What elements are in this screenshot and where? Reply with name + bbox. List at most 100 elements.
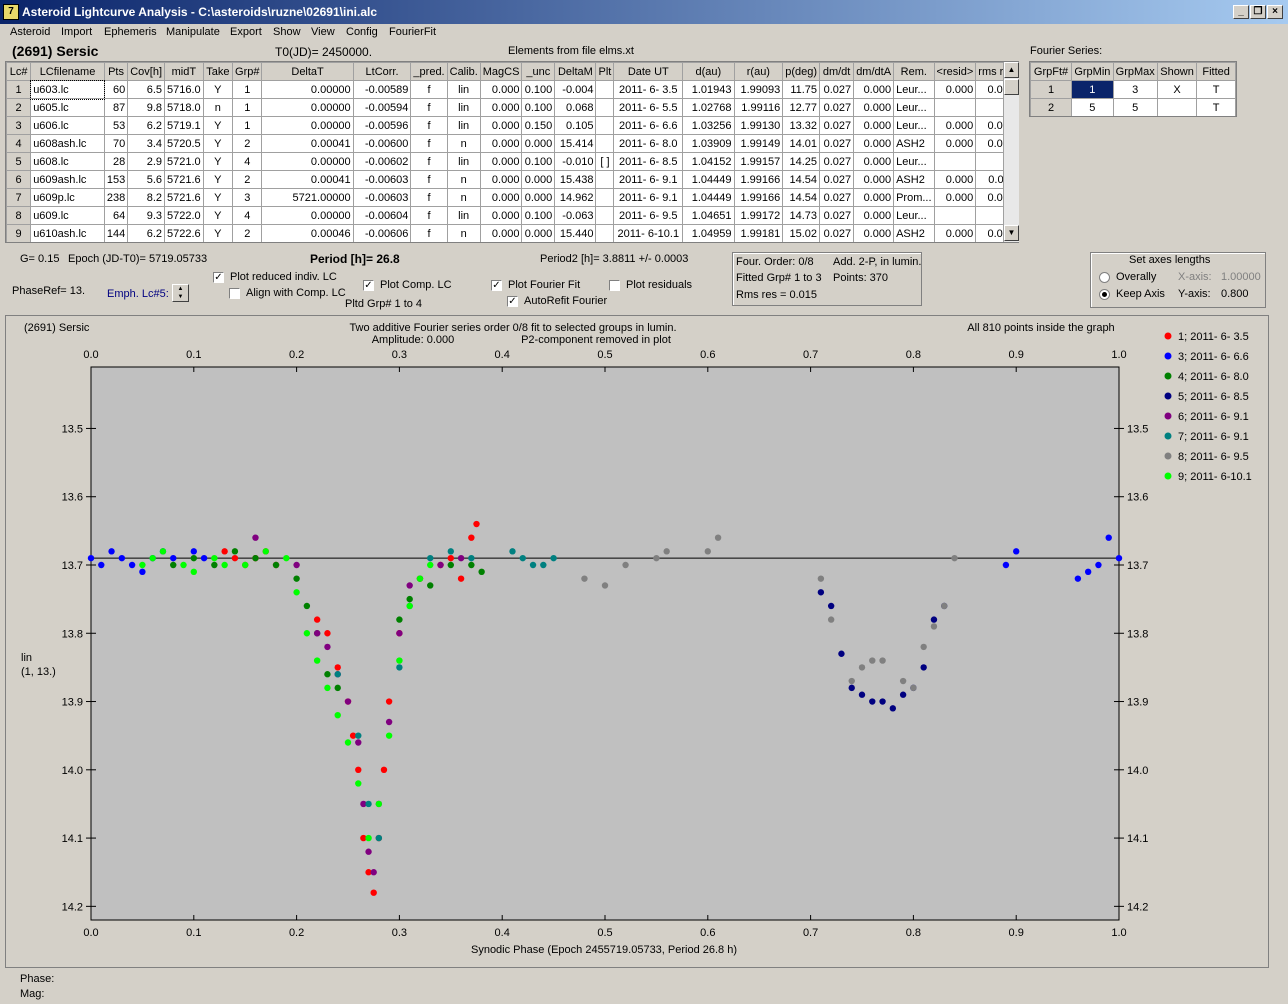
table-cell[interactable]: 5721.0 [164, 152, 204, 171]
table-cell[interactable]: n [446, 224, 481, 242]
table-cell[interactable]: 0.000 [479, 80, 523, 99]
y-axis-value[interactable]: 0.800 [1221, 288, 1249, 300]
table-cell[interactable]: Y [202, 134, 234, 153]
table-cell[interactable]: 2011- 6- 6.6 [613, 116, 684, 135]
table-cell[interactable]: 0.100 [521, 98, 556, 117]
table-cell[interactable]: -0.00600 [352, 134, 412, 153]
table-cell[interactable]: 0.027 [819, 98, 855, 117]
table-cell[interactable]: 5722.6 [164, 224, 204, 242]
table-cell[interactable]: 60 [103, 80, 129, 99]
table-cell[interactable]: 0.000 [479, 170, 523, 189]
table-cell[interactable]: u610ash.lc [30, 224, 105, 242]
table-cell[interactable]: 1.99093 [733, 80, 784, 99]
table-cell[interactable]: 0.027 [819, 188, 855, 207]
table-cell[interactable]: 0.000 [853, 188, 895, 207]
close-button[interactable]: × [1267, 5, 1283, 19]
fourier-cell[interactable] [1156, 98, 1198, 116]
table-cell[interactable]: 0.00041 [261, 170, 354, 189]
table-cell[interactable]: 0.000 [853, 206, 895, 225]
fourier-cell[interactable]: 5 [1071, 98, 1114, 116]
table-cell[interactable]: 0.000 [521, 134, 556, 153]
autorefit-checkbox[interactable]: ✓ [507, 296, 518, 307]
table-cell[interactable]: 1 [232, 98, 263, 117]
table-row[interactable]: 2 u605.lc 87 9.8 5718.0 n 1 0.00000 -0.00594 f lin… [6, 98, 1018, 117]
menu-ephemeris[interactable]: Ephemeris [104, 26, 157, 38]
column-header[interactable]: _pred. [410, 62, 448, 81]
table-cell[interactable]: 53 [103, 116, 129, 135]
lightcurve-chart[interactable]: (2691) Sersic Two additive Fourier serie… [6, 316, 1268, 967]
table-cell[interactable]: 0.027 [819, 80, 855, 99]
table-cell[interactable]: 14.962 [554, 188, 597, 207]
table-cell[interactable] [595, 116, 615, 135]
row-number[interactable]: 6 [6, 170, 32, 189]
table-cell[interactable]: 9.3 [127, 206, 165, 225]
table-cell[interactable]: -0.00606 [352, 224, 412, 242]
table-cell[interactable]: 14.73 [782, 206, 821, 225]
table-row[interactable]: 6 u609ash.lc 153 5.6 5721.6 Y 2 0.00041 -0.00603… [6, 170, 1018, 189]
table-cell[interactable]: -0.00603 [352, 188, 412, 207]
column-header[interactable]: dm/dtA [853, 62, 895, 81]
table-cell[interactable]: 0.027 [819, 224, 855, 242]
table-cell[interactable]: lin [446, 80, 481, 99]
table-cell[interactable]: n [446, 134, 481, 153]
table-cell[interactable]: 5716.0 [164, 80, 204, 99]
table-cell[interactable]: 2 [232, 134, 263, 153]
table-cell[interactable]: 5722.0 [164, 206, 204, 225]
table-cell[interactable]: 1.01943 [682, 80, 735, 99]
table-cell[interactable]: 0.000 [933, 224, 977, 242]
column-header[interactable]: _unc [521, 62, 556, 81]
table-cell[interactable]: 4 [232, 206, 263, 225]
table-cell[interactable]: 2011- 6- 8.0 [613, 134, 684, 153]
table-cell[interactable]: 64 [103, 206, 129, 225]
table-cell[interactable]: 0.000 [853, 152, 895, 171]
menu-manipulate[interactable]: Manipulate [166, 26, 220, 38]
menu-show[interactable]: Show [273, 26, 301, 38]
fourier-row-number[interactable]: 1 [1030, 80, 1073, 99]
column-header[interactable]: DeltaT [261, 62, 354, 81]
table-cell[interactable]: 14.25 [782, 152, 821, 171]
menu-export[interactable]: Export [230, 26, 262, 38]
table-cell[interactable]: Leur... [893, 80, 935, 99]
table-cell[interactable]: 0.000 [479, 98, 523, 117]
table-cell[interactable]: 0.000 [853, 224, 895, 242]
table-cell[interactable] [595, 224, 615, 242]
table-cell[interactable]: 0.027 [819, 116, 855, 135]
table-cell[interactable]: 0.000 [853, 98, 895, 117]
table-cell[interactable]: 6.2 [127, 224, 165, 242]
table-cell[interactable]: 87 [103, 98, 129, 117]
table-cell[interactable]: 1.99130 [733, 116, 784, 135]
column-header[interactable]: p(deg) [782, 62, 821, 81]
fourier-cell[interactable]: 1 [1071, 80, 1114, 99]
minimize-button[interactable]: _ [1233, 5, 1249, 19]
fourier-cell[interactable]: X [1156, 80, 1198, 99]
table-cell[interactable]: 2.9 [127, 152, 165, 171]
table-cell[interactable]: Y [202, 188, 234, 207]
menu-import[interactable]: Import [61, 26, 92, 38]
table-cell[interactable]: 153 [103, 170, 129, 189]
table-cell[interactable]: Leur... [893, 206, 935, 225]
row-number[interactable]: 3 [6, 116, 32, 135]
table-cell[interactable]: Y [202, 206, 234, 225]
table-cell[interactable]: Leur... [893, 152, 935, 171]
table-cell[interactable]: 0.100 [521, 80, 556, 99]
table-cell[interactable]: f [410, 224, 448, 242]
table-cell[interactable]: [ ] [595, 152, 615, 171]
column-header[interactable]: Lc# [6, 62, 32, 81]
fourier-cell[interactable]: T [1196, 98, 1236, 116]
column-header[interactable]: Calib. [446, 62, 481, 81]
overally-radio[interactable] [1099, 272, 1110, 283]
table-cell[interactable]: u608.lc [30, 152, 105, 171]
row-number[interactable]: 1 [6, 80, 32, 99]
table-cell[interactable]: n [446, 188, 481, 207]
table-row[interactable]: 9 u610ash.lc 144 6.2 5722.6 Y 2 0.00046 -0.00606… [6, 224, 1018, 242]
table-cell[interactable]: 0.000 [521, 188, 556, 207]
column-header[interactable]: LtCorr. [352, 62, 412, 81]
table-cell[interactable]: 3.4 [127, 134, 165, 153]
table-cell[interactable]: 238 [103, 188, 129, 207]
table-cell[interactable]: f [410, 188, 448, 207]
table-cell[interactable]: lin [446, 206, 481, 225]
table-cell[interactable]: 15.438 [554, 170, 597, 189]
table-cell[interactable]: lin [446, 98, 481, 117]
table-cell[interactable]: -0.004 [554, 80, 597, 99]
menu-view[interactable]: View [311, 26, 335, 38]
